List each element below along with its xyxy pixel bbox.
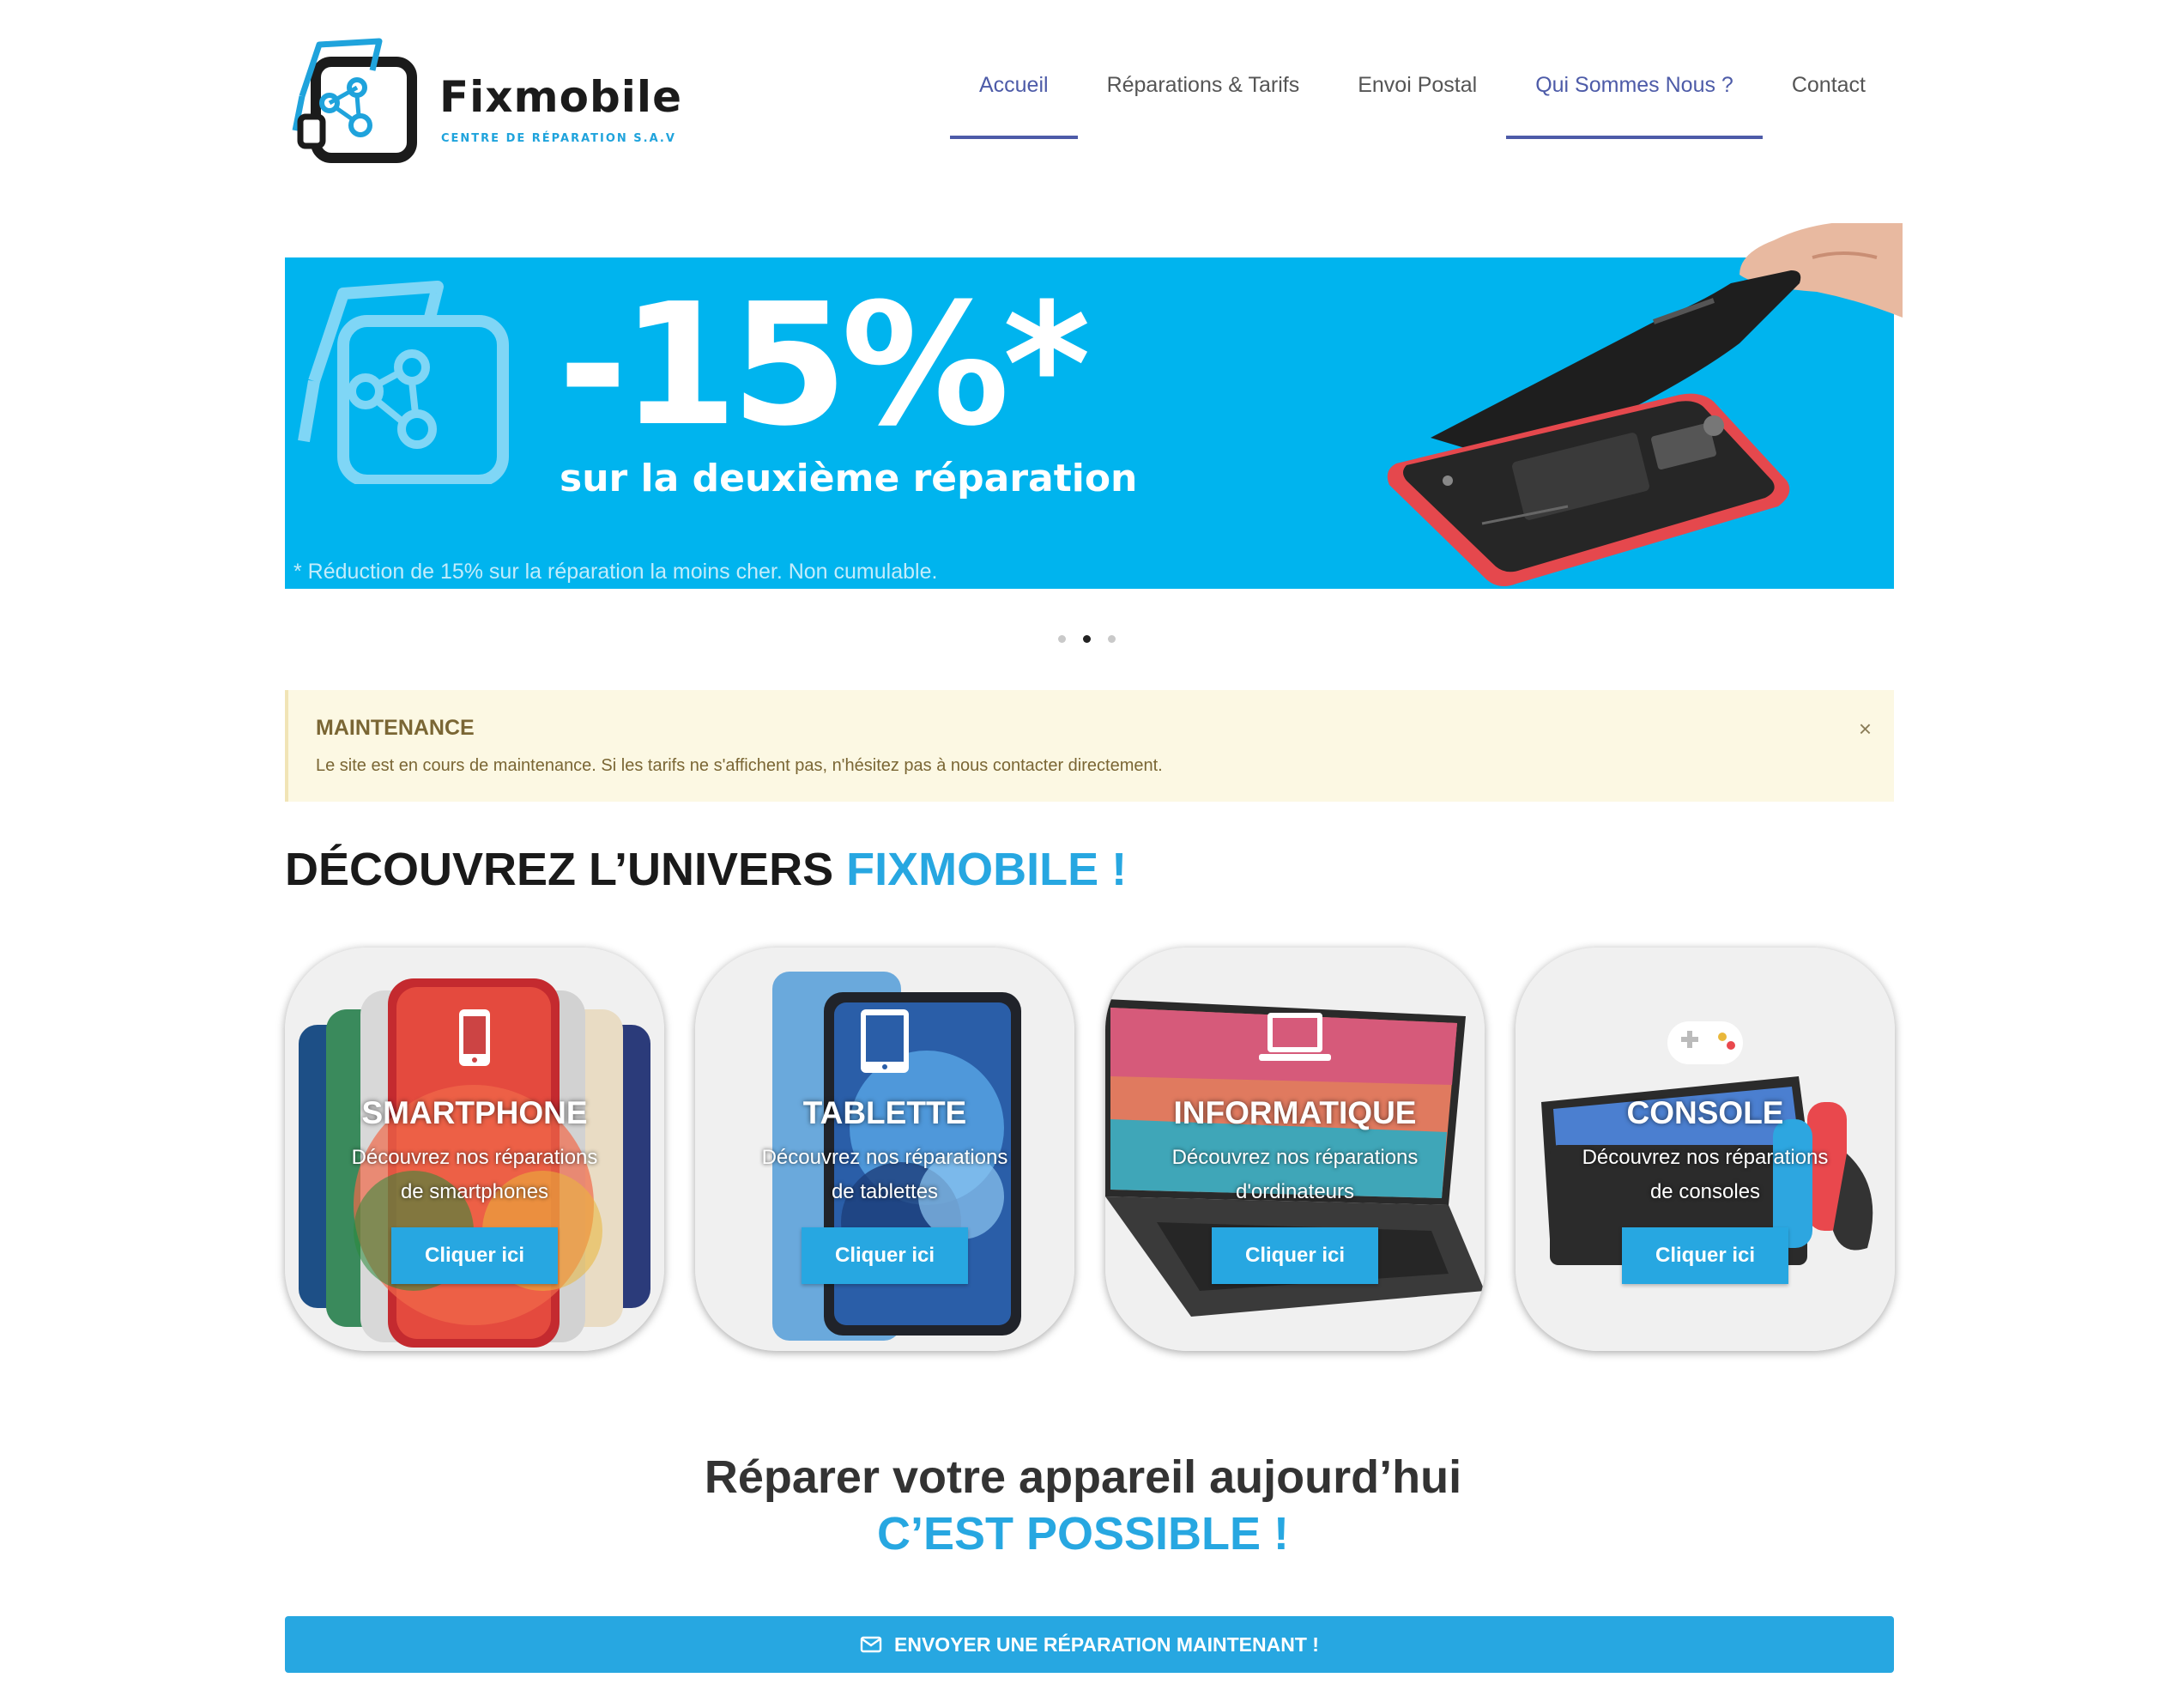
site-logo[interactable]: Fixmobile CENTRE DE RÉPARATION S.A.V	[285, 31, 714, 168]
promo-footnote: * Réduction de 15% sur la réparation la …	[293, 560, 938, 584]
category-cards: SMARTPHONE Découvrez nos réparations de …	[285, 948, 1895, 1351]
card-description: Découvrez nos réparations d'ordinateurs	[1140, 1141, 1450, 1209]
gamepad-icon	[1667, 1021, 1743, 1064]
card-description: Découvrez nos réparations de tablettes	[729, 1141, 1040, 1209]
card-description: Découvrez nos réparations de consoles	[1550, 1141, 1860, 1209]
cta-subheading: C’EST POSSIBLE !	[876, 1508, 1290, 1560]
card-smartphone[interactable]: SMARTPHONE Découvrez nos réparations de …	[285, 948, 664, 1351]
card-button-tablette[interactable]: Cliquer ici	[802, 1227, 968, 1284]
card-description-line2: de consoles	[1649, 1180, 1761, 1203]
card-title: INFORMATIQUE	[1173, 1095, 1417, 1130]
card-description: Découvrez nos réparations de smartphones	[319, 1141, 630, 1209]
logo-tagline: CENTRE DE RÉPARATION S.A.V	[441, 132, 676, 145]
slider-dot-2[interactable]	[1083, 635, 1091, 643]
card-description-line1: Découvrez nos réparations	[761, 1146, 1008, 1169]
card-title: CONSOLE	[1626, 1095, 1784, 1130]
laptop-icon	[1259, 1013, 1331, 1061]
card-title: SMARTPHONE	[361, 1095, 588, 1130]
slider-dots	[1058, 635, 1116, 643]
maintenance-alert: MAINTENANCE Le site est en cours de main…	[285, 690, 1894, 802]
promo-discount: -15%*	[558, 268, 1091, 463]
card-description-line1: Découvrez nos réparations	[1171, 1146, 1419, 1169]
card-tablette[interactable]: TABLETTE Découvrez nos réparations de ta…	[695, 948, 1074, 1351]
card-description-line2: de smartphones	[400, 1180, 549, 1203]
tablet-icon	[861, 1009, 909, 1073]
section-title-accent: FIXMOBILE !	[846, 844, 1128, 895]
section-title: DÉCOUVREZ L’UNIVERS FIXMOBILE !	[285, 843, 1127, 896]
card-title: TABLETTE	[802, 1095, 967, 1130]
close-icon[interactable]: ×	[1859, 716, 1872, 742]
nav-item-accueil[interactable]: Accueil	[949, 31, 1078, 139]
card-description-line1: Découvrez nos réparations	[1582, 1146, 1829, 1169]
nav-item-envoi-postal[interactable]: Envoi Postal	[1328, 31, 1506, 139]
promo-subtitle: sur la deuxième réparation	[560, 457, 1138, 500]
banner-logo-watermark-icon	[298, 281, 509, 484]
main-nav: Accueil Réparations & Tarifs Envoi Posta…	[949, 31, 1895, 168]
send-repair-button[interactable]: ENVOYER UNE RÉPARATION MAINTENANT !	[285, 1616, 1894, 1673]
envelope-icon	[860, 1636, 882, 1653]
fixmobile-logo-icon	[292, 38, 417, 163]
cta-heading: Réparer votre appareil aujourd’hui	[704, 1451, 1462, 1503]
site-header: Fixmobile CENTRE DE RÉPARATION S.A.V Acc…	[285, 31, 1895, 168]
send-repair-label: ENVOYER UNE RÉPARATION MAINTENANT !	[894, 1632, 1319, 1656]
promo-banner[interactable]: -15%* sur la deuxième réparation * Réduc…	[285, 223, 1903, 589]
card-description-line1: Découvrez nos réparations	[351, 1146, 598, 1169]
alert-title: MAINTENANCE	[316, 716, 475, 740]
card-console[interactable]: CONSOLE Découvrez nos réparations de con…	[1516, 948, 1895, 1351]
alert-text: Le site est en cours de maintenance. Si …	[316, 756, 1163, 775]
card-description-line2: d'ordinateurs	[1236, 1180, 1354, 1203]
card-button-console[interactable]: Cliquer ici	[1622, 1227, 1788, 1284]
slider-dot-1[interactable]	[1058, 635, 1066, 643]
card-description-line2: de tablettes	[831, 1180, 939, 1203]
card-button-informatique[interactable]: Cliquer ici	[1212, 1227, 1378, 1284]
nav-item-contact[interactable]: Contact	[1763, 31, 1895, 139]
card-informatique[interactable]: INFORMATIQUE Découvrez nos réparations d…	[1105, 948, 1485, 1351]
nav-item-reparations-tarifs[interactable]: Réparations & Tarifs	[1078, 31, 1329, 139]
smartphone-icon	[459, 1009, 490, 1066]
opened-iphone-image	[1387, 223, 1903, 587]
section-title-main: DÉCOUVREZ L’UNIVERS	[285, 844, 847, 895]
logo-name: Fixmobile	[439, 72, 682, 122]
slider-dot-3[interactable]	[1108, 635, 1116, 643]
card-button-smartphone[interactable]: Cliquer ici	[391, 1227, 558, 1284]
nav-item-qui-sommes-nous[interactable]: Qui Sommes Nous ?	[1506, 31, 1763, 139]
